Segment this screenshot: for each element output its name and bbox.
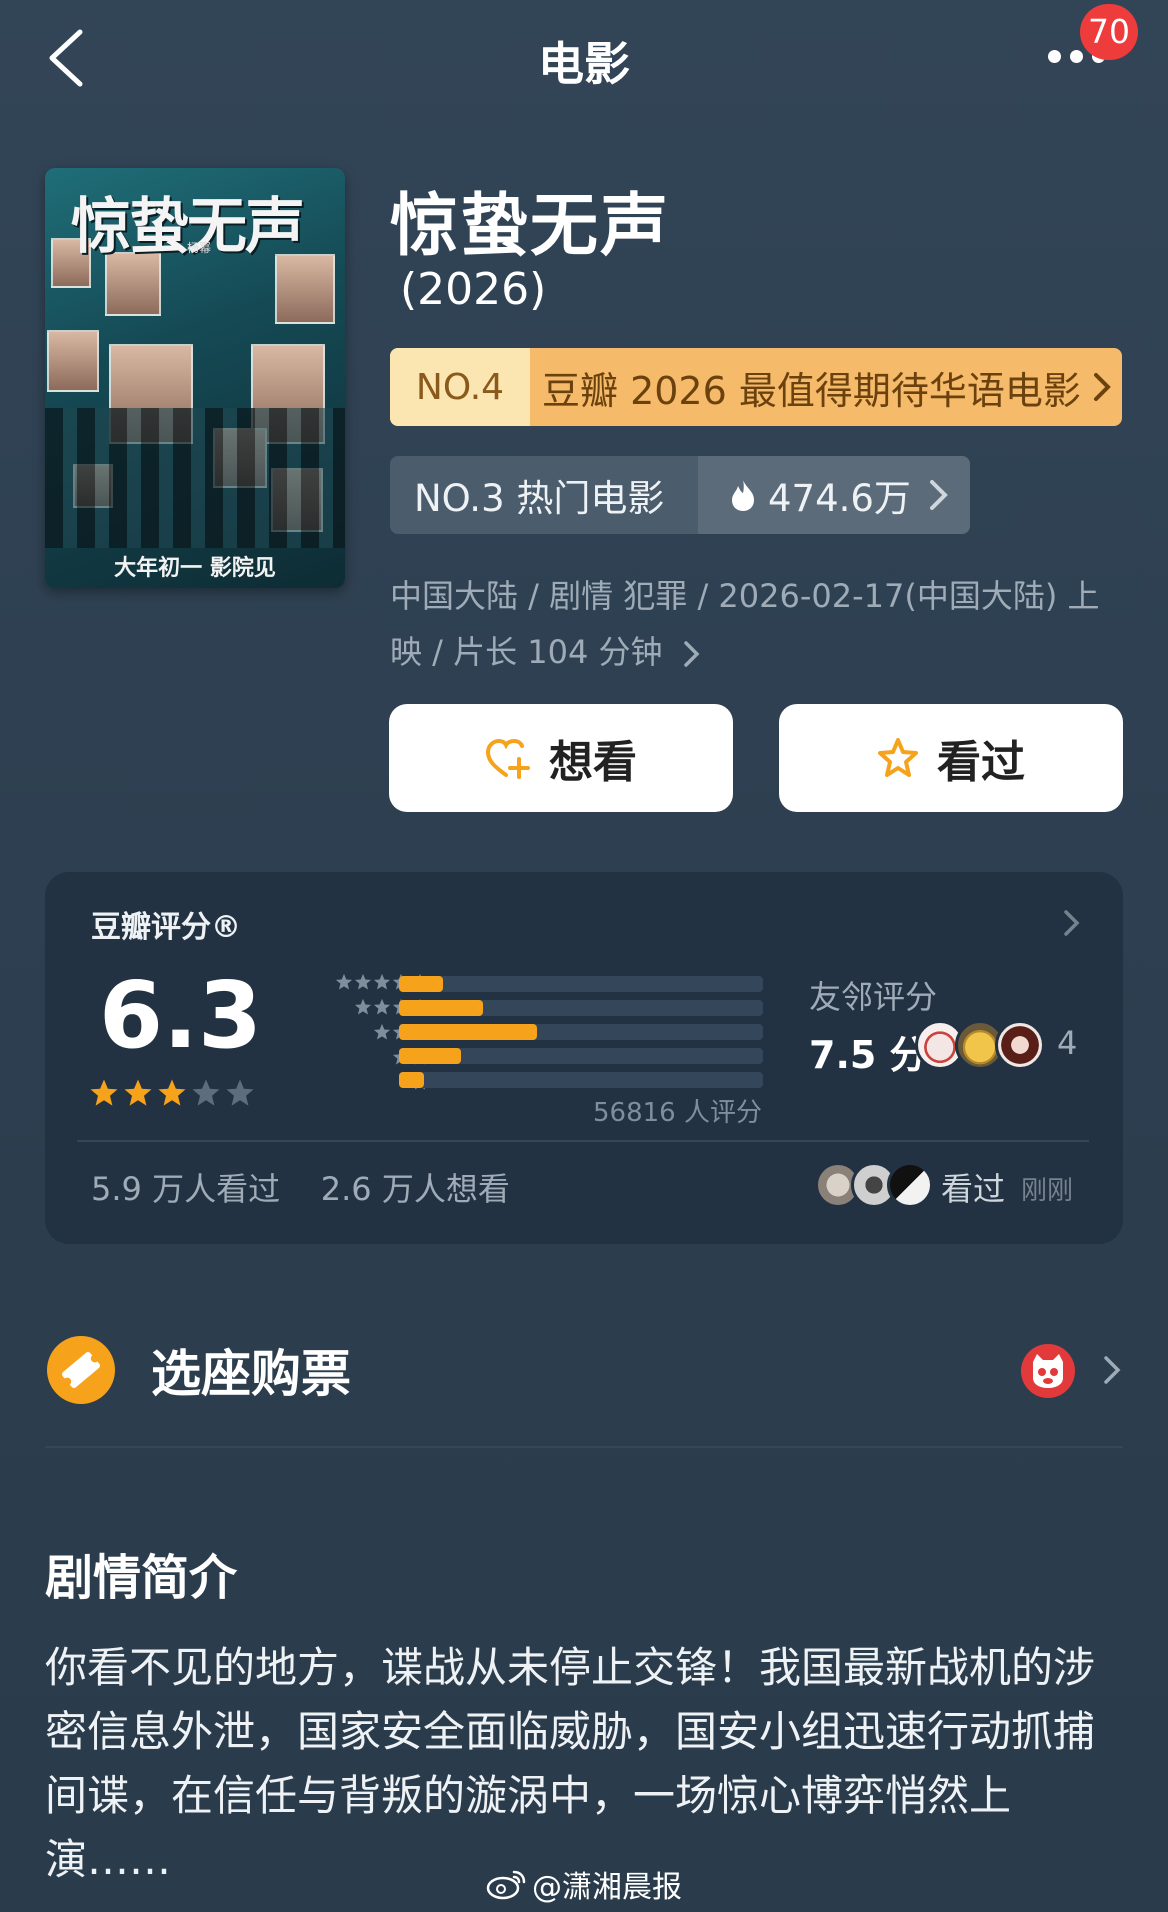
distribution-bar-fill — [399, 1048, 461, 1064]
recent-activity-avatars[interactable] — [815, 1162, 933, 1208]
divider — [77, 1140, 1089, 1142]
star-empty-icon — [226, 1079, 254, 1106]
star-empty-icon — [354, 973, 372, 990]
avatar — [995, 1020, 1045, 1070]
chevron-right-icon — [929, 480, 948, 510]
rating-score: 6.3 — [99, 962, 262, 1069]
top-bar: 电影 70 — [0, 0, 1168, 118]
star-filled-icon — [158, 1079, 186, 1106]
want-to-watch-label: 想看 — [549, 737, 637, 788]
want-to-watch-button[interactable]: 想看 — [389, 704, 733, 812]
watched-label: 看过 — [937, 737, 1025, 788]
movie-title: 惊蛰无声 — [390, 187, 671, 266]
heart-plus-icon — [485, 738, 530, 779]
distribution-bar — [399, 1000, 763, 1016]
star-empty-icon — [373, 998, 391, 1015]
distribution-bar — [399, 1048, 763, 1064]
synopsis-text[interactable]: 你看不见的地方，谍战从未停止交锋！我国最新战机的涉密信息外泄，国家安全面临威胁，… — [45, 1636, 1125, 1892]
rating-distribution-bars — [399, 976, 763, 1096]
notification-badge: 70 — [1080, 4, 1138, 60]
distribution-bar-fill — [399, 1000, 483, 1016]
divider — [45, 1446, 1123, 1448]
page-title: 电影 — [538, 37, 630, 91]
rating-stars — [89, 1078, 255, 1108]
ranking-list-name: 豆瓣 2026 最值得期待华语电影 — [542, 368, 1081, 413]
distribution-bar — [399, 976, 763, 992]
star-filled-icon — [90, 1079, 118, 1106]
avatar — [887, 1162, 933, 1208]
weibo-icon — [486, 1870, 526, 1900]
star-empty-icon — [373, 973, 391, 990]
watched-button[interactable]: 看过 — [779, 704, 1123, 812]
watermark-text: @潇湘晨报 — [532, 1870, 682, 1905]
star-empty-icon — [335, 973, 353, 990]
movie-year: (2026) — [400, 264, 547, 315]
rating-card[interactable]: 豆瓣评分® 6.3 56816 人评分 友邻评分 7.5 分 4 5.9 万人看… — [45, 872, 1123, 1244]
movie-meta-info[interactable]: 中国大陆 / 剧情 犯罪 / 2026-02-17(中国大陆) 上映 / 片长 … — [390, 568, 1130, 680]
heat-value: 474.6万 — [768, 477, 911, 520]
buy-tickets-label: 选座购票 — [151, 1345, 351, 1403]
maoyan-cat-icon — [1021, 1344, 1075, 1398]
friends-count: 4 — [1057, 1024, 1078, 1062]
distribution-bar — [399, 1072, 763, 1088]
chevron-right-icon — [1082, 348, 1122, 426]
ranking-badge[interactable]: NO.4 豆瓣 2026 最值得期待华语电影 — [390, 348, 1122, 426]
star-empty-icon — [354, 998, 372, 1015]
recent-activity-time: 刚刚 — [1021, 1176, 1074, 1206]
star-filled-icon — [124, 1079, 152, 1106]
friends-rating-score: 7.5 分 — [809, 1033, 928, 1077]
ticket-icon — [47, 1336, 115, 1404]
want-count: 2.6 万人想看 — [320, 1170, 510, 1208]
watermark: @潇湘晨报 — [486, 1862, 682, 1906]
distribution-bar-fill — [399, 1024, 538, 1040]
chevron-right-icon — [1104, 1356, 1121, 1384]
rating-label: 豆瓣评分® — [91, 910, 241, 945]
chevron-right-icon — [1064, 910, 1080, 936]
seen-want-counts: 5.9 万人看过 2.6 万人想看 — [91, 1164, 510, 1210]
star-empty-icon — [192, 1079, 220, 1106]
buy-tickets-row[interactable]: 选座购票 — [45, 1330, 1123, 1430]
distribution-bar — [399, 1024, 763, 1040]
star-empty-icon — [373, 1023, 391, 1040]
recent-activity-action: 看过 — [941, 1170, 1006, 1208]
flame-icon — [732, 480, 754, 511]
ranking-number: NO.4 — [390, 348, 530, 426]
seen-count: 5.9 万人看过 — [91, 1170, 281, 1208]
synopsis-heading: 剧情简介 — [45, 1550, 238, 1606]
friends-avatars[interactable] — [915, 1020, 1045, 1070]
movie-poster[interactable]: 惊蛰无声 杨幂 大年初一 影院见 — [45, 168, 345, 588]
poster-tag: 杨幂 — [187, 241, 212, 255]
poster-caption: 大年初一 影院见 — [114, 555, 276, 581]
star-outline-icon — [878, 738, 918, 777]
rating-count: 56816 人评分 — [593, 1098, 762, 1128]
distribution-bar-fill — [399, 976, 443, 992]
chevron-right-icon — [683, 641, 700, 667]
hot-rank-label: NO.3 热门电影 — [414, 477, 665, 520]
friends-rating-label: 友邻评分 — [809, 978, 938, 1016]
distribution-bar-fill — [399, 1072, 425, 1088]
hot-ranking[interactable]: NO.3 热门电影 474.6万 — [390, 456, 970, 534]
movie-meta-text: 中国大陆 / 剧情 犯罪 / 2026-02-17(中国大陆) 上映 / 片长 … — [390, 577, 1100, 671]
